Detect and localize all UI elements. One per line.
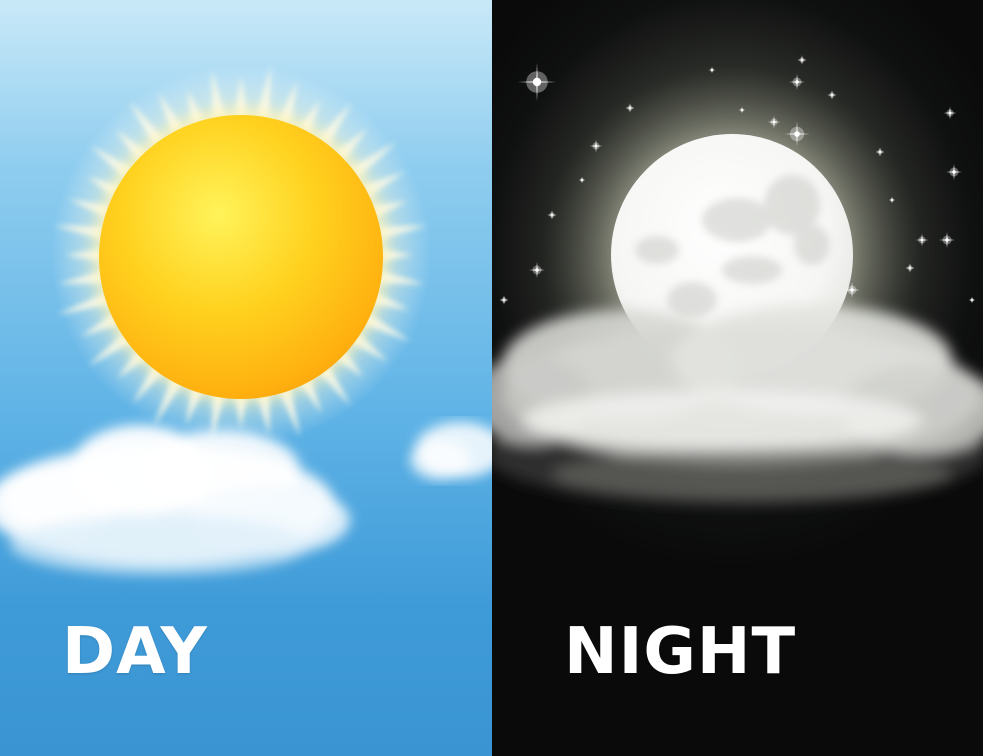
star-icon bbox=[943, 106, 957, 120]
star-icon bbox=[517, 62, 557, 102]
star-icon bbox=[499, 295, 509, 305]
sun bbox=[99, 115, 383, 399]
star-icon bbox=[939, 232, 955, 248]
star-icon bbox=[946, 164, 962, 180]
night-cloud bbox=[492, 305, 983, 505]
star-icon bbox=[968, 296, 976, 304]
day-cloud-large bbox=[0, 425, 350, 575]
day-cloud-small bbox=[410, 422, 492, 480]
star-icon bbox=[797, 55, 807, 65]
night-label: NIGHT bbox=[564, 615, 797, 689]
day-panel: DAY bbox=[0, 0, 492, 756]
day-night-illustration: DAY NIGHT bbox=[0, 0, 983, 756]
night-panel: NIGHT bbox=[492, 0, 983, 756]
day-label: DAY bbox=[62, 615, 208, 689]
